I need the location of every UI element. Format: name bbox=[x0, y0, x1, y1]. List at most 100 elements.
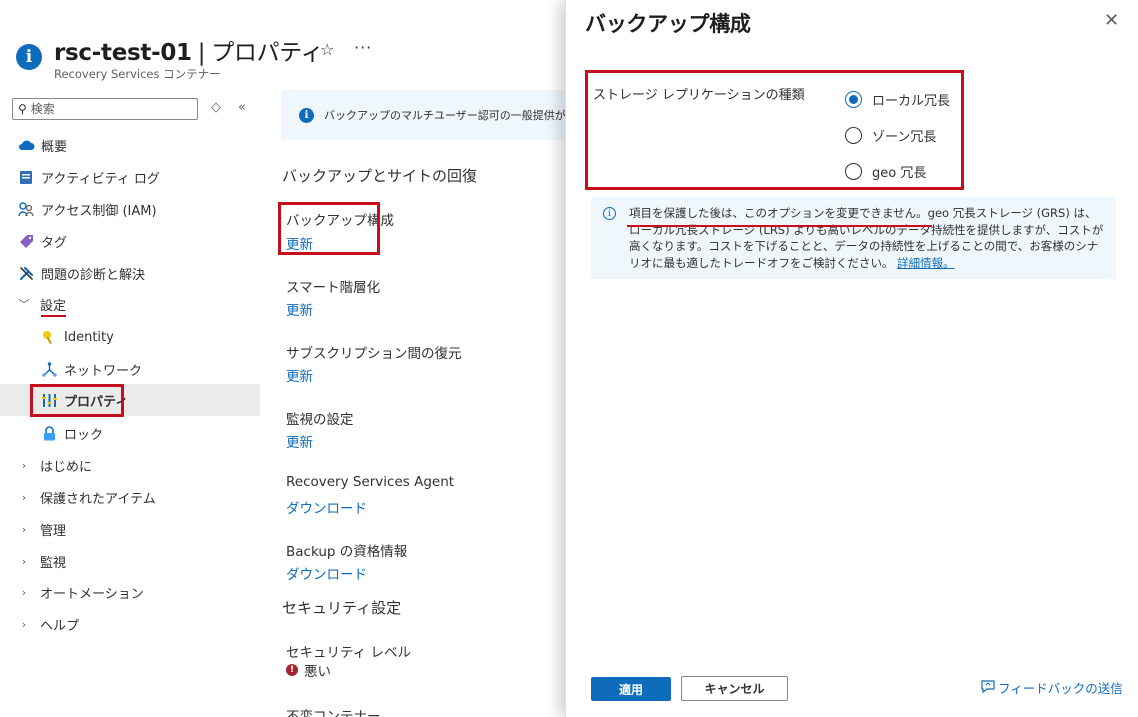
backup-config-update-link[interactable]: 更新 bbox=[286, 233, 313, 253]
backup-credentials-download-link[interactable]: ダウンロード bbox=[286, 563, 367, 583]
sidebar-item-lock[interactable]: ロック bbox=[0, 418, 260, 448]
search-box[interactable]: ⚲ bbox=[12, 98, 198, 120]
sidebar-item-overview[interactable]: 概要 bbox=[0, 130, 260, 160]
search-icon: ⚲ bbox=[18, 102, 27, 116]
radio-label: ローカル冗長 bbox=[872, 94, 951, 109]
sidebar-group-monitoring[interactable]: › 監視 bbox=[0, 546, 260, 576]
collapse-sidebar-icon[interactable]: « bbox=[238, 100, 246, 115]
page-name: プロパティ bbox=[211, 40, 324, 66]
radio-zone-redundant[interactable]: ゾーン冗長 bbox=[845, 126, 936, 145]
properties-icon bbox=[40, 391, 58, 409]
cross-subscription-restore-update-link[interactable]: 更新 bbox=[286, 365, 313, 385]
security-level-title: セキュリティ レベル bbox=[286, 645, 411, 661]
sidebar-item-label: ヘルプ bbox=[40, 618, 80, 634]
resource-name: rsc-test-01 bbox=[54, 40, 192, 66]
sidebar-group-settings[interactable]: ﹀ 設定 bbox=[0, 289, 260, 319]
backup-credentials-title: Backup の資格情報 bbox=[286, 544, 408, 560]
immutable-vault-title: 不変コンテナー bbox=[286, 709, 381, 717]
info-banner[interactable]: i バックアップのマルチユーザー認可の一般提供が開始 bbox=[281, 90, 565, 140]
sidebar-item-label: アクセス制御 (IAM) bbox=[41, 203, 157, 219]
radio-local-redundant[interactable]: ローカル冗長 bbox=[845, 90, 950, 109]
title-separator: | bbox=[197, 40, 206, 66]
chevron-right-icon: › bbox=[21, 458, 27, 472]
sidebar-group-help[interactable]: › ヘルプ bbox=[0, 609, 260, 639]
feedback-label: フィードバックの送信 bbox=[998, 681, 1123, 696]
storage-replication-label: ストレージ レプリケーションの種類 bbox=[593, 88, 805, 103]
sidebar-item-activity-log[interactable]: アクティビティ ログ bbox=[0, 162, 260, 192]
sidebar-item-label: ネットワーク bbox=[64, 363, 143, 379]
close-icon[interactable]: ✕ bbox=[1104, 10, 1119, 31]
chevron-down-icon: ﹀ bbox=[18, 298, 30, 311]
more-options-icon[interactable]: ··· bbox=[354, 38, 372, 57]
info-icon: i bbox=[299, 107, 314, 123]
security-level-status: ! 悪い bbox=[286, 660, 331, 680]
sidebar-item-label: 保護されたアイテム bbox=[40, 491, 156, 507]
smart-tiering-title: スマート階層化 bbox=[286, 280, 381, 296]
recovery-agent-title: Recovery Services Agent bbox=[286, 474, 455, 490]
sidebar-item-label: 問題の診断と解決 bbox=[41, 267, 146, 283]
radio-unselected-icon bbox=[845, 163, 862, 180]
sidebar-item-label: Identity bbox=[64, 329, 114, 345]
chevron-right-icon: › bbox=[21, 522, 27, 536]
radio-unselected-icon bbox=[845, 127, 862, 144]
lock-icon bbox=[40, 424, 58, 442]
radio-geo-redundant[interactable]: geo 冗長 bbox=[845, 162, 926, 181]
search-input[interactable] bbox=[30, 102, 181, 116]
sidebar-item-properties[interactable]: プロパティ bbox=[0, 384, 260, 416]
info-icon: i bbox=[603, 207, 616, 220]
info-highlight-text: 項目を保護した後は、このオプションを変更できません。 bbox=[629, 206, 928, 220]
backup-config-title: バックアップ構成 bbox=[286, 213, 394, 229]
chevron-right-icon: › bbox=[21, 617, 27, 631]
sidebar-item-label: オートメーション bbox=[40, 586, 144, 602]
radio-selected-icon bbox=[845, 91, 862, 108]
network-icon bbox=[40, 360, 58, 378]
resource-type: Recovery Services コンテナー bbox=[54, 67, 221, 81]
sidebar-group-automation[interactable]: › オートメーション bbox=[0, 577, 260, 607]
monitoring-settings-update-link[interactable]: 更新 bbox=[286, 431, 313, 451]
section-heading-security: セキュリティ設定 bbox=[282, 599, 402, 617]
security-level-value: 悪い bbox=[304, 664, 331, 680]
favorite-star-icon[interactable]: ☆ bbox=[320, 40, 334, 59]
key-icon bbox=[40, 328, 58, 346]
chevron-right-icon: › bbox=[21, 490, 27, 504]
info-icon: i bbox=[16, 44, 42, 70]
sidebar-item-identity[interactable]: Identity bbox=[0, 322, 260, 352]
smart-tiering-update-link[interactable]: 更新 bbox=[286, 299, 313, 319]
filter-toggle-icon[interactable]: ◇ bbox=[211, 100, 221, 115]
banner-text: バックアップのマルチユーザー認可の一般提供が開始 bbox=[324, 109, 565, 122]
cross-subscription-restore-title: サブスクリプション間の復元 bbox=[286, 346, 462, 362]
page-title: rsc-test-01 | プロパティ bbox=[54, 33, 324, 67]
tag-icon bbox=[17, 232, 35, 250]
sidebar-group-getting-started[interactable]: › はじめに bbox=[0, 450, 260, 480]
learn-more-link[interactable]: 詳細情報。 bbox=[897, 256, 955, 270]
feedback-icon bbox=[980, 679, 996, 697]
sidebar-item-iam[interactable]: アクセス制御 (IAM) bbox=[0, 194, 260, 224]
cloud-icon bbox=[17, 136, 35, 154]
monitoring-settings-title: 監視の設定 bbox=[286, 412, 354, 428]
sidebar-item-label: ロック bbox=[64, 427, 104, 443]
sidebar-item-network[interactable]: ネットワーク bbox=[0, 354, 260, 384]
storage-info-text: 項目を保護した後は、このオプションを変更できません。geo 冗長ストレージ (G… bbox=[629, 205, 1106, 271]
cancel-button[interactable]: キャンセル bbox=[681, 676, 788, 701]
sidebar-item-label: 概要 bbox=[41, 139, 68, 155]
sidebar-item-label: 管理 bbox=[40, 523, 67, 539]
sidebar-item-label: 監視 bbox=[40, 555, 67, 571]
chevron-right-icon: › bbox=[21, 554, 27, 568]
feedback-link[interactable]: フィードバックの送信 bbox=[980, 678, 1123, 697]
sidebar-item-label: プロパティ bbox=[64, 394, 129, 410]
storage-info-box: i 項目を保護した後は、このオプションを変更できません。geo 冗長ストレージ … bbox=[591, 197, 1116, 279]
sidebar-item-diagnose[interactable]: 問題の診断と解決 bbox=[0, 258, 260, 288]
sidebar-item-label: タグ bbox=[41, 235, 68, 251]
sidebar-group-protected-items[interactable]: › 保護されたアイテム bbox=[0, 482, 260, 512]
radio-label: geo 冗長 bbox=[872, 166, 927, 181]
activity-log-icon bbox=[17, 168, 35, 186]
sidebar-item-tags[interactable]: タグ bbox=[0, 226, 260, 256]
backup-config-panel: バックアップ構成 ✕ ストレージ レプリケーションの種類 ローカル冗長 ゾーン冗… bbox=[565, 0, 1138, 717]
people-icon bbox=[17, 200, 35, 218]
section-heading-backup: バックアップとサイトの回復 bbox=[282, 167, 478, 185]
recovery-agent-download-link[interactable]: ダウンロード bbox=[286, 497, 367, 517]
error-icon: ! bbox=[286, 664, 298, 676]
radio-label: ゾーン冗長 bbox=[872, 130, 937, 145]
apply-button[interactable]: 適用 bbox=[591, 677, 671, 701]
sidebar-group-manage[interactable]: › 管理 bbox=[0, 514, 260, 544]
